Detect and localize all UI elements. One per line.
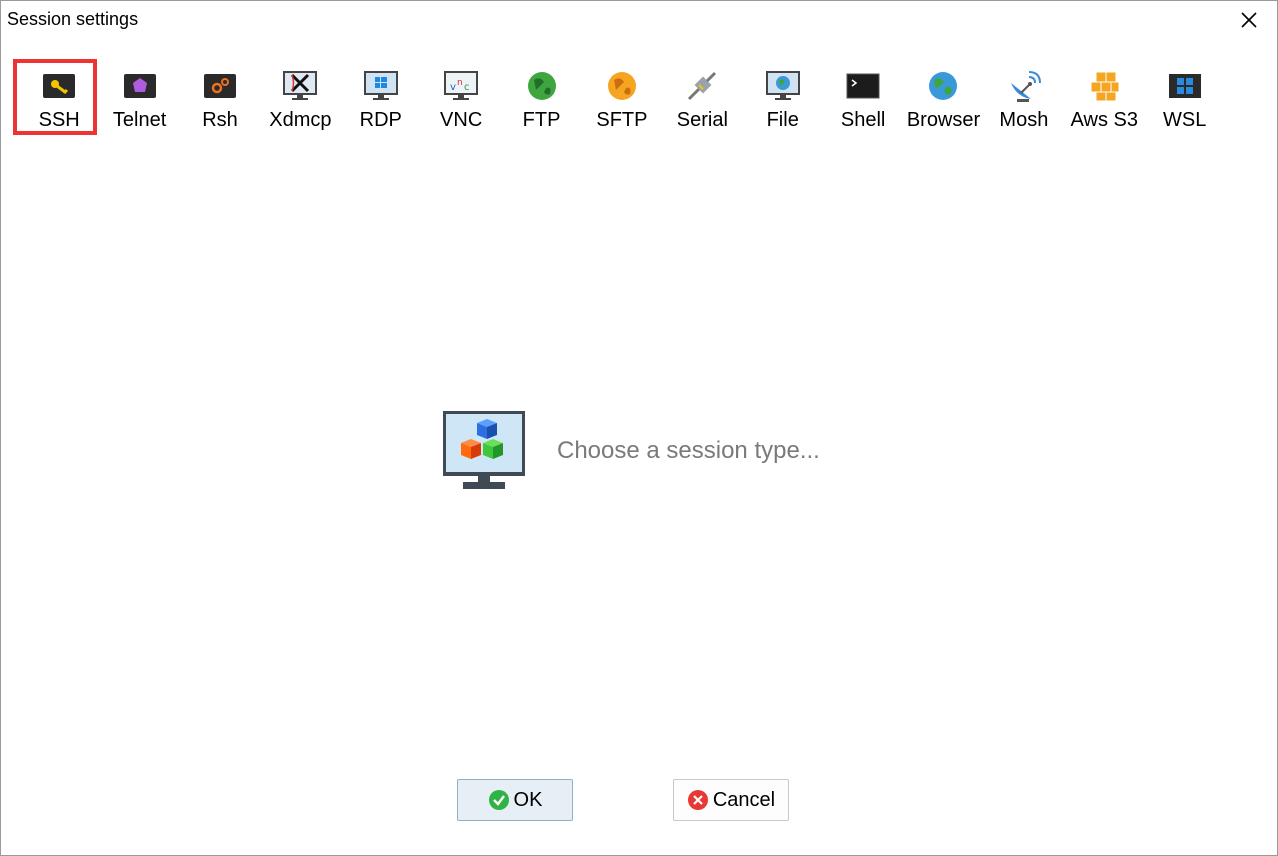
- session-type-file[interactable]: File: [743, 63, 823, 139]
- telnet-icon: [123, 69, 157, 103]
- session-type-sftp[interactable]: SFTP: [582, 63, 662, 139]
- ssh-key-icon: [42, 69, 76, 103]
- mosh-satellite-icon: [1007, 69, 1041, 103]
- session-type-label: Shell: [840, 109, 886, 131]
- session-type-label: Serial: [676, 109, 728, 131]
- shell-terminal-icon: [846, 69, 880, 103]
- file-monitor-icon: [765, 69, 800, 103]
- browser-globe-icon: [926, 69, 960, 103]
- session-type-label: Xdmcp: [269, 109, 332, 131]
- session-type-mosh[interactable]: Mosh: [984, 63, 1064, 139]
- session-type-label: Mosh: [999, 109, 1049, 131]
- session-type-label: File: [766, 109, 799, 131]
- sftp-globe-icon: [605, 69, 639, 103]
- session-type-telnet[interactable]: Telnet: [99, 63, 179, 139]
- check-circle-icon: [488, 789, 510, 811]
- window-title: Session settings: [7, 9, 139, 29]
- session-type-ssh[interactable]: SSH: [12, 59, 99, 139]
- ok-button[interactable]: OK: [457, 779, 573, 821]
- session-type-browser[interactable]: Browser: [903, 63, 983, 139]
- session-type-label: Aws S3: [1070, 109, 1138, 131]
- wsl-windows-icon: [1168, 69, 1202, 103]
- session-type-rdp[interactable]: RDP: [341, 63, 421, 139]
- close-icon: [1241, 12, 1257, 28]
- session-type-label: FTP: [522, 109, 561, 131]
- svg-text:c: c: [464, 82, 470, 93]
- session-type-wsl[interactable]: WSL: [1144, 63, 1224, 139]
- session-type-ftp[interactable]: FTP: [501, 63, 581, 139]
- cancel-label: Cancel: [712, 788, 776, 811]
- aws-s3-cubes-icon: [1087, 69, 1121, 103]
- session-type-toolbar: SSH Telnet Rsh Xdmcp RDP v n c VNC FTP S…: [12, 59, 1249, 141]
- xdmcp-icon: [283, 69, 318, 103]
- vnc-icon: vnc: [444, 69, 479, 103]
- session-type-aws-s3[interactable]: Aws S3: [1064, 63, 1144, 139]
- rsh-icon: [203, 69, 237, 103]
- session-type-label: WSL: [1162, 109, 1207, 131]
- session-cubes-monitor-icon: [443, 411, 525, 489]
- empty-state: Choose a session type...: [443, 411, 820, 491]
- session-type-vnc[interactable]: vnc VNC: [421, 63, 501, 139]
- rdp-icon: [363, 69, 398, 103]
- session-type-label: RDP: [359, 109, 402, 131]
- ok-label: OK: [513, 788, 543, 811]
- svg-text:n: n: [457, 78, 463, 88]
- session-type-label: SFTP: [596, 109, 648, 131]
- session-type-serial[interactable]: Serial: [662, 63, 742, 139]
- session-type-shell[interactable]: Shell: [823, 63, 903, 139]
- ftp-globe-icon: [525, 69, 559, 103]
- choose-session-hint: Choose a session type...: [557, 437, 820, 464]
- close-button[interactable]: [1237, 8, 1261, 32]
- session-type-label: SSH: [38, 109, 80, 131]
- session-type-xdmcp[interactable]: Xdmcp: [260, 63, 340, 139]
- svg-text:v: v: [450, 82, 456, 93]
- session-type-label: VNC: [440, 109, 483, 131]
- cancel-button[interactable]: Cancel: [673, 779, 789, 821]
- session-type-label: Rsh: [202, 109, 238, 131]
- cancel-circle-icon: [687, 789, 709, 811]
- session-type-label: Browser: [906, 109, 981, 131]
- session-settings-dialog: Session settings SSH Telnet Rsh Xdmcp RD…: [0, 0, 1278, 856]
- serial-plug-icon: [685, 69, 719, 103]
- session-type-label: Telnet: [112, 109, 167, 131]
- session-type-rsh[interactable]: Rsh: [180, 63, 260, 139]
